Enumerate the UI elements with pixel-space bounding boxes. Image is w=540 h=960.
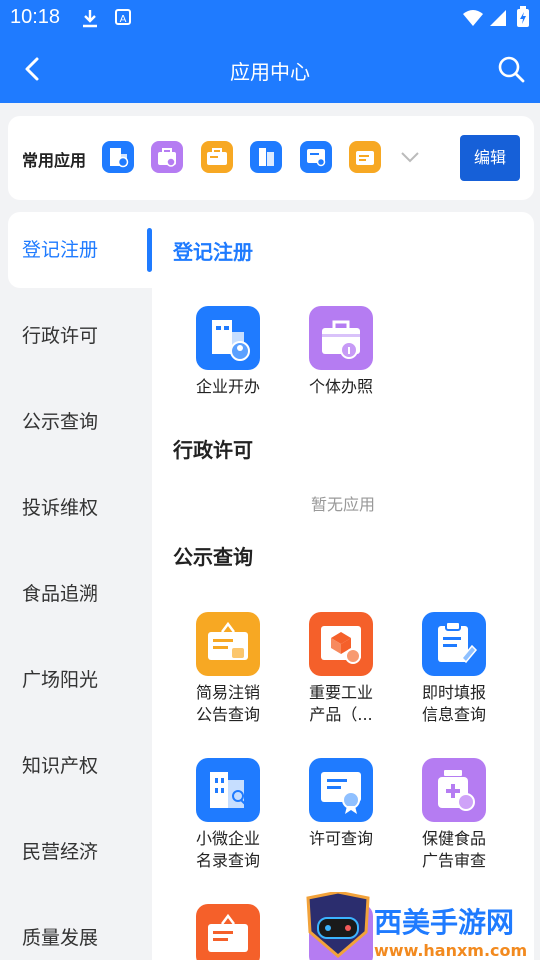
app-label: 小微企业 名录查询	[195, 829, 260, 870]
enterprise-icon[interactable]	[102, 141, 134, 173]
empty-state-text: 暂无应用	[310, 495, 375, 514]
certificate-icon[interactable]	[300, 141, 332, 173]
section-title-register: 登记注册	[173, 240, 253, 264]
page-title: 应用中心	[230, 60, 310, 84]
sidebar-item-label: 行政许可	[22, 325, 99, 347]
sidebar-item-private-economy[interactable]: 民营经济	[8, 814, 152, 890]
section-title-publicity: 公示查询	[173, 545, 253, 569]
app-tile-micro-enterprise[interactable]: 小微企业 名录查询	[178, 758, 278, 872]
notice-board-icon	[196, 904, 260, 960]
app-label: 重要工业 产品（...	[308, 683, 373, 724]
briefcase-icon	[309, 306, 373, 370]
status-bar: 10:18 A	[0, 0, 540, 36]
app-label: 许可查询	[308, 829, 373, 848]
sidebar-item-label: 质量发展	[22, 927, 99, 949]
chevron-down-icon[interactable]	[400, 149, 420, 163]
app-tile-simple-cancellation[interactable]: 简易注销 公告查询	[178, 612, 278, 726]
sidebar-item-quality[interactable]: 质量发展	[8, 900, 152, 960]
app-tile-individual[interactable]: 个体办照	[291, 306, 391, 398]
certificate-icon	[309, 758, 373, 822]
sidebar-item-complaint[interactable]: 投诉维权	[8, 470, 152, 546]
sidebar-item-label: 知识产权	[22, 755, 99, 777]
sidebar-item-label: 登记注册	[22, 239, 99, 261]
app-label: 即时填报 信息查询	[421, 683, 486, 724]
watermark: 西美手游网 www.hanxm.com	[304, 890, 536, 960]
sidebar-item-label: 民营经济	[22, 841, 99, 863]
app-tile-health-food[interactable]: 保健食品 广告审查	[404, 758, 504, 872]
briefcase-icon[interactable]	[151, 141, 183, 173]
category-sidebar: 登记注册 行政许可 公示查询 投诉维权 食品追溯 广场阳光 知识产权 民营经济 …	[8, 212, 152, 960]
watermark-text: 西美手游网	[374, 906, 514, 939]
sidebar-item-register[interactable]: 登记注册	[8, 212, 152, 288]
app-bar: 应用中心	[0, 36, 540, 103]
building-search-icon	[196, 758, 260, 822]
wifi-icon	[462, 8, 484, 32]
battery-icon	[516, 6, 530, 32]
sidebar-item-food-trace[interactable]: 食品追溯	[8, 556, 152, 632]
sidebar-item-label: 食品追溯	[22, 583, 99, 605]
app-tile-industrial-product[interactable]: 重要工业 产品（...	[291, 612, 391, 726]
enterprise-icon	[196, 306, 260, 370]
notice-board-icon[interactable]	[349, 141, 381, 173]
section-title-license: 行政许可	[173, 438, 253, 462]
download-icon	[80, 8, 100, 32]
clipboard-icon	[422, 612, 486, 676]
common-apps-bar: 常用应用 编辑	[8, 116, 534, 200]
building-icon[interactable]	[250, 141, 282, 173]
signal-icon	[488, 8, 508, 32]
sidebar-item-square[interactable]: 广场阳光	[8, 642, 152, 718]
app-content-panel: 登记注册 企业开办 个体办照 行政许可 暂无应用 公示查询 简易注销 公告查询 重…	[152, 212, 534, 960]
sidebar-item-ip[interactable]: 知识产权	[8, 728, 152, 804]
app-label: 保健食品 广告审查	[421, 829, 486, 870]
bottle-icon	[422, 758, 486, 822]
app-label: 企业开办	[195, 377, 260, 396]
sidebar-item-publicity[interactable]: 公示查询	[8, 384, 152, 460]
app-tile-license-query[interactable]: 许可查询	[291, 758, 391, 850]
app-label: 个体办照	[308, 377, 373, 396]
edit-button[interactable]: 编辑	[460, 135, 520, 181]
sidebar-item-label: 投诉维权	[22, 497, 99, 519]
status-time: 10:18	[10, 6, 61, 28]
sidebar-item-license[interactable]: 行政许可	[8, 298, 152, 374]
search-icon[interactable]	[496, 54, 526, 84]
common-apps-label: 常用应用	[22, 151, 87, 170]
sidebar-item-label: 公示查询	[22, 411, 99, 433]
app-tile-enterprise[interactable]: 企业开办	[178, 306, 278, 398]
license-card-icon[interactable]	[201, 141, 233, 173]
notice-board-icon	[196, 612, 260, 676]
svg-text:A: A	[120, 14, 127, 25]
app-tile-instant-report[interactable]: 即时填报 信息查询	[404, 612, 504, 726]
app-tile-partial[interactable]	[178, 904, 278, 960]
product-box-icon	[309, 612, 373, 676]
sidebar-item-label: 广场阳光	[22, 669, 99, 691]
app-notification-icon: A	[114, 8, 132, 30]
watermark-url: www.hanxm.com	[374, 941, 527, 960]
app-label: 简易注销 公告查询	[195, 683, 260, 724]
